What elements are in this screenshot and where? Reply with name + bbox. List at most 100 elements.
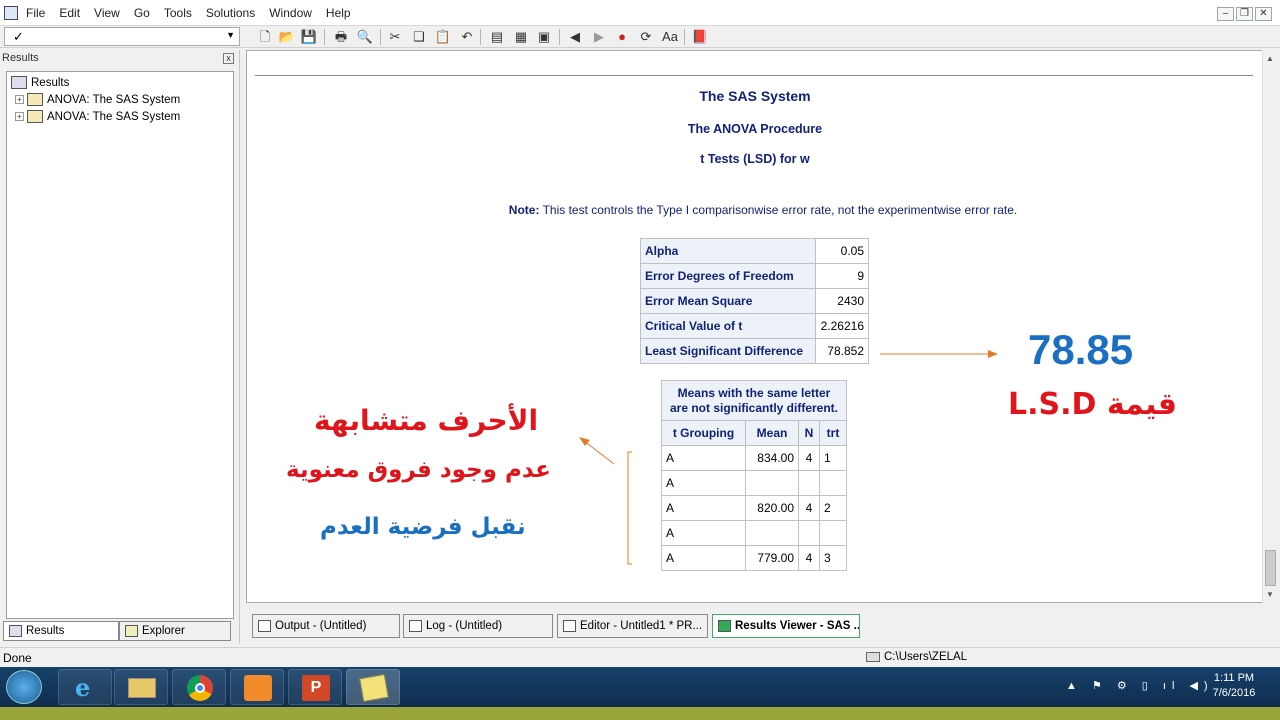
start-button-icon[interactable] [6,670,42,704]
toolbar-separator [480,29,481,45]
results-viewer-icon [718,620,731,632]
stat-value: 2430 [815,288,869,314]
tree-item[interactable]: + ANOVA: The SAS System [15,93,180,106]
menu-help[interactable]: Help [326,6,351,20]
print-icon[interactable]: 🖶 [332,28,350,45]
tab-editor[interactable]: Editor - Untitled1 * PR... [557,614,708,638]
divider [255,75,1253,76]
refresh-icon[interactable]: ⟳ [637,28,655,45]
stop-icon[interactable]: ● [613,28,631,45]
results-pane-header: Results x [2,52,236,68]
tab-results-label: Results [26,625,65,637]
editor-icon [563,620,576,632]
minimize-icon[interactable]: – [1217,7,1234,21]
similar-letters-annotation: الأحرف متشابهة [314,404,539,437]
grouping-bracket [627,451,632,565]
scroll-down-icon[interactable]: ▼ [1266,590,1274,599]
status-text: Done [3,651,32,665]
file-explorer-icon[interactable] [114,669,168,705]
folder-icon [27,93,43,106]
pdf-app-icon[interactable] [230,669,284,705]
no-significant-difference-annotation: عدم وجود فروق معنوية [286,457,551,483]
menu-view[interactable]: View [94,6,120,20]
drive-icon [866,652,880,662]
font-icon[interactable]: Aa [661,28,679,45]
menu-file[interactable]: File [26,6,45,20]
menu-edit[interactable]: Edit [59,6,80,20]
results-icon[interactable]: ▣ [535,28,553,45]
sas-app-icon[interactable] [4,6,18,20]
expand-icon[interactable]: + [15,112,24,121]
note-line: Note: This test controls the Type I comp… [246,203,1280,217]
folder-icon [27,110,43,123]
tree-root[interactable]: Results [11,76,69,89]
print-preview-icon[interactable]: 🔍 [356,28,374,45]
menu-solutions[interactable]: Solutions [206,6,255,20]
restore-icon[interactable]: ❐ [1236,7,1253,21]
new-library-icon[interactable]: ▤ [488,28,506,45]
toolbar: ✓ ▼ 🗋 📂 💾 🖶 🔍 ✂ ❏ 📋 ↶ ▤ ▦ ▣ ◀ ▶ ● ⟳ Aa 📕 [0,26,1280,48]
clock-date: 7/6/2016 [1212,687,1256,699]
stat-label: Critical Value of t [640,313,816,339]
sas-explorer-icon[interactable]: ▦ [512,28,530,45]
stat-value: 2.26216 [815,313,869,339]
test-title: t Tests (LSD) for w [700,152,810,166]
tab-results-viewer[interactable]: Results Viewer - SAS ... [712,614,860,638]
chrome-icon[interactable] [172,669,226,705]
forward-arrow-icon[interactable]: ▶ [590,28,608,45]
copy-icon[interactable]: ❏ [410,28,428,45]
open-icon[interactable]: 📂 [278,28,296,45]
dropdown-arrow-icon[interactable]: ▼ [226,30,235,40]
save-icon[interactable]: 💾 [300,28,318,45]
menu-window[interactable]: Window [269,6,312,20]
sas-taskbar-icon[interactable] [346,669,400,705]
system-tray-icons[interactable]: ▲ ⚑ ⚙ ▯ ıl ◀) [1066,679,1214,692]
stat-label: Alpha [640,238,816,264]
toolbar-separator [559,29,560,45]
scroll-thumb[interactable] [1265,550,1276,586]
status-bar: Done C:\Users\ZELAL [0,647,1280,667]
output-icon [258,620,271,632]
tree-item[interactable]: + ANOVA: The SAS System [15,110,180,123]
checkmark-icon[interactable]: ✓ [13,29,24,45]
command-box[interactable]: ✓ ▼ [4,27,240,46]
new-icon[interactable]: 🗋 [256,28,274,45]
report-title: The SAS System [699,88,811,104]
tab-editor-label: Editor - Untitled1 * PR... [580,620,703,632]
back-arrow-icon[interactable]: ◀ [566,28,584,45]
tab-log-label: Log - (Untitled) [426,620,503,632]
undo-icon[interactable]: ↶ [458,28,476,45]
desktop-strip [0,707,1280,720]
close-pane-icon[interactable]: x [223,53,234,64]
window-controls: – ❐ ✕ [1217,7,1272,21]
tree-item-label: ANOVA: The SAS System [47,110,181,123]
tab-results[interactable]: Results [3,621,119,641]
toolbar-separator [380,29,381,45]
tab-log[interactable]: Log - (Untitled) [403,614,553,638]
lsd-label-annotation: قيمة L.S.D [1008,387,1178,422]
grouping-arrow-line [583,440,615,465]
tab-output[interactable]: Output - (Untitled) [252,614,400,638]
cut-icon[interactable]: ✂ [386,28,404,45]
menu-go[interactable]: Go [134,6,150,20]
powerpoint-icon[interactable]: P [288,669,342,705]
clock[interactable]: 1:11 PM 7/6/2016 [1201,671,1267,701]
vertical-scrollbar[interactable]: ▲ ▼ [1262,50,1278,603]
explorer-tab-icon [125,625,138,637]
note-label: Note: [508,203,540,217]
note-text: This test controls the Type I comparison… [539,203,1018,217]
pane-tabs: Results Explorer [3,621,235,641]
paste-icon[interactable]: 📋 [434,28,452,45]
results-tree-icon [11,76,27,89]
menu-bar: File Edit View Go Tools Solutions Window… [0,0,1280,26]
table-row: Error Mean Square 2430 [640,288,869,314]
help-book-icon[interactable]: 📕 [691,28,709,45]
close-icon[interactable]: ✕ [1255,7,1272,21]
scroll-up-icon[interactable]: ▲ [1266,54,1274,63]
current-path: C:\Users\ZELAL [884,651,968,663]
internet-explorer-icon[interactable]: e [58,669,112,705]
expand-icon[interactable]: + [15,95,24,104]
tab-explorer[interactable]: Explorer [119,621,231,641]
tab-explorer-label: Explorer [142,625,185,637]
menu-tools[interactable]: Tools [164,6,192,20]
